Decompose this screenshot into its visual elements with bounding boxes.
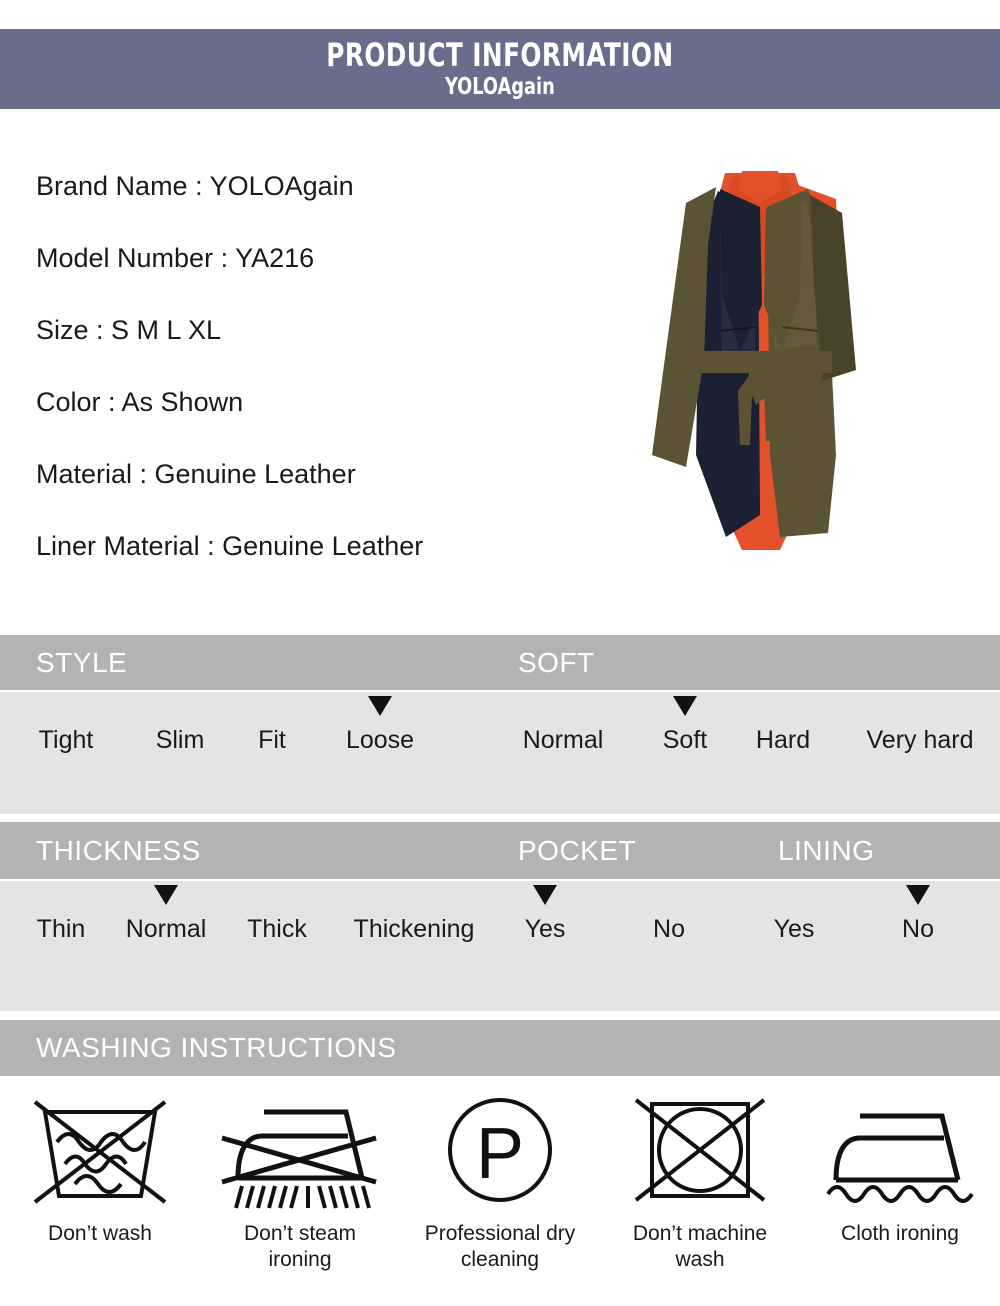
section-label-soft: SOFT [518,646,595,678]
do-not-wash-icon [25,1085,175,1215]
spec-size: Size : S M L XL [36,314,222,345]
selected-marker-style [368,696,392,716]
option-fit[interactable]: Fit [258,726,286,755]
selected-marker-thickness [154,885,178,905]
cloth-ironing-icon [820,1085,980,1215]
option-tight[interactable]: Tight [39,726,94,755]
section-label-pocket: POCKET [518,834,637,866]
spec-color: Color : As Shown [36,386,244,417]
washing-symbols-row: Don’t wash Don’t steam ironing P Profess… [0,1085,1000,1272]
attribute-options-row-2: Thin Normal Thick Thickening Yes No Yes … [0,881,1000,1011]
option-thin[interactable]: Thin [37,915,86,944]
wash-caption: Don’t machine wash [632,1222,768,1271]
brand-subtitle: YOLOAgain [445,73,555,100]
coat-illustration [652,171,856,550]
option-pocket-yes[interactable]: Yes [525,915,566,944]
do-not-steam-iron-icon [220,1085,380,1215]
option-thickening[interactable]: Thickening [354,915,475,944]
page-title: PRODUCT INFORMATION [326,36,674,75]
option-pocket-no[interactable]: No [653,915,685,944]
option-loose[interactable]: Loose [346,726,414,755]
washing-instructions-header: WASHING INSTRUCTIONS [0,1020,1000,1076]
page-banner: PRODUCT INFORMATION YOLOAgain [0,29,1000,109]
wash-item-professional-dry-cleaning: P Professional dry cleaning [400,1085,600,1272]
spec-liner-material: Liner Material : Genuine Leather [36,530,424,561]
wash-item-do-not-machine-wash: Don’t machine wash [600,1085,800,1272]
do-not-machine-wash-icon [630,1085,770,1215]
wash-item-do-not-steam-iron: Don’t steam ironing [200,1085,400,1272]
svg-text:P: P [476,1114,524,1194]
product-photo [630,155,890,585]
option-hard[interactable]: Hard [756,726,810,755]
spec-model-number: Model Number : YA216 [36,242,315,273]
attribute-header-row-2: THICKNESS POCKET LINING [0,822,1000,879]
wash-item-do-not-wash: Don’t wash [0,1085,200,1272]
wash-caption: Don’t steam ironing [243,1222,357,1271]
section-label-style: STYLE [36,646,128,678]
selected-marker-soft [673,696,697,716]
selected-marker-lining [906,885,930,905]
spec-material: Material : Genuine Leather [36,458,356,489]
option-normal-soft[interactable]: Normal [523,726,604,755]
option-slim[interactable]: Slim [156,726,205,755]
option-very-hard[interactable]: Very hard [866,726,973,755]
wash-caption: Don’t wash [48,1222,152,1245]
option-thick[interactable]: Thick [247,915,307,944]
wash-item-cloth-ironing: Cloth ironing [800,1085,1000,1272]
professional-dry-clean-p-icon: P [440,1085,560,1215]
option-lining-no[interactable]: No [902,915,934,944]
wash-caption: Cloth ironing [841,1222,959,1245]
section-label-washing: WASHING INSTRUCTIONS [36,1032,397,1063]
section-label-lining: LINING [778,834,875,866]
selected-marker-pocket [533,885,557,905]
option-soft[interactable]: Soft [663,726,707,755]
product-information-page: PRODUCT INFORMATION YOLOAgain Brand Name… [0,0,1000,1306]
specification-list: Brand Name : YOLOAgain Model Number : YA… [36,150,636,582]
section-label-thickness: THICKNESS [36,834,201,866]
attribute-header-row-1: STYLE SOFT [0,635,1000,690]
option-normal[interactable]: Normal [126,915,207,944]
wash-caption: Professional dry cleaning [424,1222,576,1271]
option-lining-yes[interactable]: Yes [774,915,815,944]
spec-brand-name: Brand Name : YOLOAgain [36,170,354,201]
attribute-options-row-1: Tight Slim Fit Loose Normal Soft Hard Ve… [0,692,1000,814]
